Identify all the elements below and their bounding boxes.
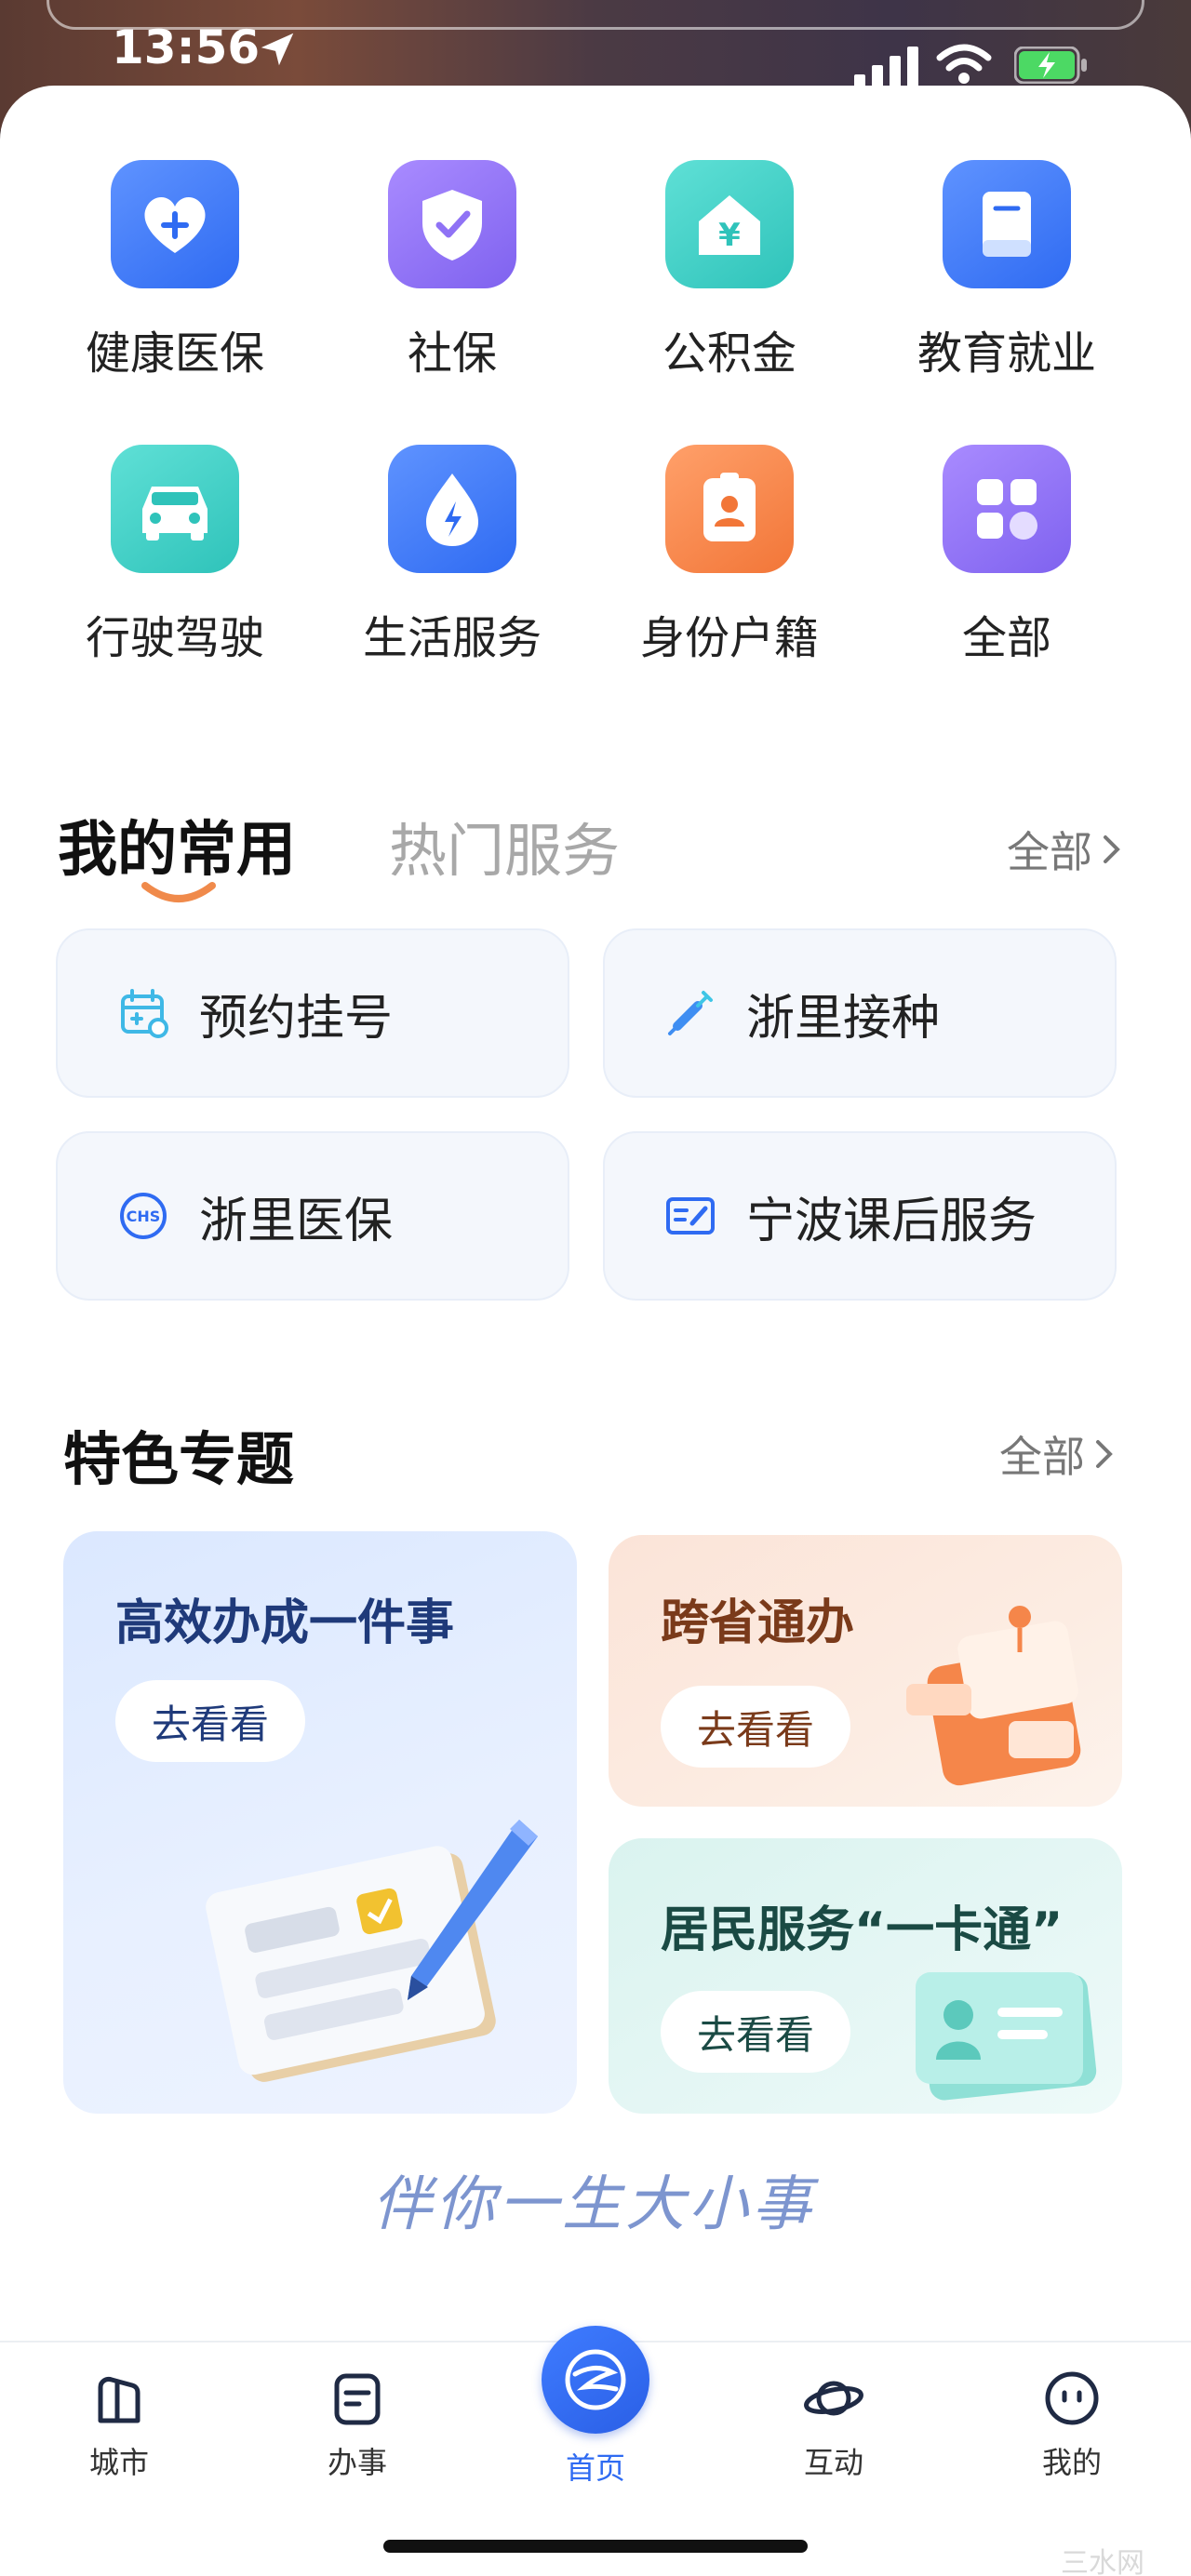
nav-city[interactable]: 城市 bbox=[54, 2369, 184, 2482]
category-label: 健康医保 bbox=[85, 327, 264, 380]
house-yen-icon: ¥ bbox=[665, 160, 794, 288]
card-title: 跨省通办 bbox=[661, 1595, 855, 1651]
category-social-security[interactable]: 社保 bbox=[341, 160, 564, 381]
battery-charging-icon bbox=[1014, 47, 1087, 84]
document-pen-illustration bbox=[206, 1820, 538, 2082]
home-logo-icon bbox=[565, 2349, 626, 2410]
service-appointment[interactable]: 预约挂号 bbox=[56, 928, 569, 1098]
id-card-illustration bbox=[916, 1972, 1097, 2101]
service-label: 浙里接种 bbox=[746, 990, 941, 1047]
card-title: 高效办成一件事 bbox=[115, 1595, 455, 1651]
service-label: 预约挂号 bbox=[199, 990, 394, 1047]
featured-card-one-card[interactable]: 居民服务“一卡通” 去看看 bbox=[609, 1838, 1122, 2114]
heart-plus-icon bbox=[111, 160, 239, 288]
category-all[interactable]: 全部 bbox=[895, 445, 1118, 666]
nav-label: 互动 bbox=[803, 2445, 863, 2480]
more-label: 全部 bbox=[1007, 827, 1092, 877]
featured-card-one-thing[interactable]: 高效办成一件事 去看看 bbox=[63, 1531, 577, 2114]
category-label: 行驶驾驶 bbox=[85, 612, 264, 664]
category-identity-household[interactable]: 身份户籍 bbox=[618, 445, 841, 666]
featured-title: 特色专题 bbox=[63, 1425, 295, 1493]
watermark-text: 三水网 bbox=[1061, 2547, 1144, 2576]
syringe-icon bbox=[668, 991, 713, 1035]
id-badge-icon bbox=[665, 445, 794, 573]
category-label: 公积金 bbox=[662, 327, 796, 380]
category-label: 社保 bbox=[407, 327, 497, 380]
tab-my-frequent[interactable]: 我的常用 bbox=[58, 802, 296, 888]
chevron-right-icon bbox=[1104, 835, 1120, 863]
grid-icon bbox=[943, 445, 1071, 573]
water-drop-icon bbox=[388, 445, 516, 573]
card-view-button[interactable]: 去看看 bbox=[661, 1686, 850, 1768]
service-label: 宁波课后服务 bbox=[746, 1193, 1037, 1249]
more-label: 全部 bbox=[999, 1432, 1085, 1482]
category-driving[interactable]: 行驶驾驶 bbox=[63, 445, 287, 666]
chs-icon: CHS bbox=[120, 1193, 167, 1239]
nav-home-label[interactable]: 首页 bbox=[530, 2445, 661, 2488]
city-icon bbox=[98, 2377, 141, 2423]
category-housing-fund[interactable]: ¥ 公积金 bbox=[618, 160, 841, 381]
wifi-icon bbox=[936, 44, 992, 84]
category-health-insurance[interactable]: 健康医保 bbox=[63, 160, 287, 381]
service-label: 浙里医保 bbox=[199, 1193, 394, 1249]
category-life-services[interactable]: 生活服务 bbox=[341, 445, 564, 666]
card-view-button[interactable]: 去看看 bbox=[661, 1991, 850, 2073]
slogan: 伴你一生大小事 bbox=[372, 2170, 815, 2239]
face-icon bbox=[1045, 2371, 1099, 2425]
nav-label: 城市 bbox=[88, 2445, 149, 2480]
svg-text:CHS: CHS bbox=[127, 1208, 161, 1225]
signal-icon bbox=[854, 47, 918, 87]
tabs-more-link[interactable]: 全部 bbox=[1007, 819, 1122, 880]
category-education-employment[interactable]: 教育就业 bbox=[895, 160, 1118, 381]
service-medical-insurance[interactable]: CHS 浙里医保 bbox=[56, 1131, 569, 1301]
affairs-icon bbox=[334, 2373, 381, 2425]
service-vaccination[interactable]: 浙里接种 bbox=[603, 928, 1117, 1098]
nav-home-button[interactable] bbox=[542, 2326, 649, 2434]
nav-interaction[interactable]: 互动 bbox=[769, 2369, 899, 2482]
featured-card-cross-province[interactable]: 跨省通办 去看看 bbox=[609, 1535, 1122, 1807]
nav-label: 我的 bbox=[1041, 2445, 1102, 2480]
nav-affairs[interactable]: 办事 bbox=[292, 2369, 422, 2482]
edit-card-icon bbox=[666, 1197, 715, 1235]
category-label: 全部 bbox=[961, 612, 1051, 664]
nav-mine[interactable]: 我的 bbox=[1007, 2369, 1137, 2482]
tab-hot-services[interactable]: 热门服务 bbox=[389, 804, 620, 888]
planet-icon bbox=[804, 2381, 863, 2416]
featured-more-link[interactable]: 全部 bbox=[999, 1423, 1115, 1485]
book-icon bbox=[943, 160, 1071, 288]
car-icon bbox=[111, 445, 239, 573]
location-arrow-icon bbox=[261, 33, 294, 66]
chevron-right-icon bbox=[1096, 1440, 1113, 1468]
calendar-icon bbox=[121, 989, 168, 1038]
category-label: 生活服务 bbox=[362, 612, 542, 664]
service-after-school[interactable]: 宁波课后服务 bbox=[603, 1131, 1117, 1301]
tab-active-indicator bbox=[141, 882, 216, 902]
nav-label: 办事 bbox=[327, 2445, 387, 2480]
home-indicator bbox=[383, 2540, 808, 2553]
category-label: 身份户籍 bbox=[639, 612, 819, 664]
map-pin-illustration bbox=[906, 1606, 1081, 1786]
category-label: 教育就业 bbox=[917, 327, 1096, 380]
svg-text:¥: ¥ bbox=[718, 217, 741, 254]
shield-check-icon bbox=[388, 160, 516, 288]
card-view-button[interactable]: 去看看 bbox=[115, 1680, 305, 1762]
status-time: 13:56 bbox=[112, 20, 261, 74]
